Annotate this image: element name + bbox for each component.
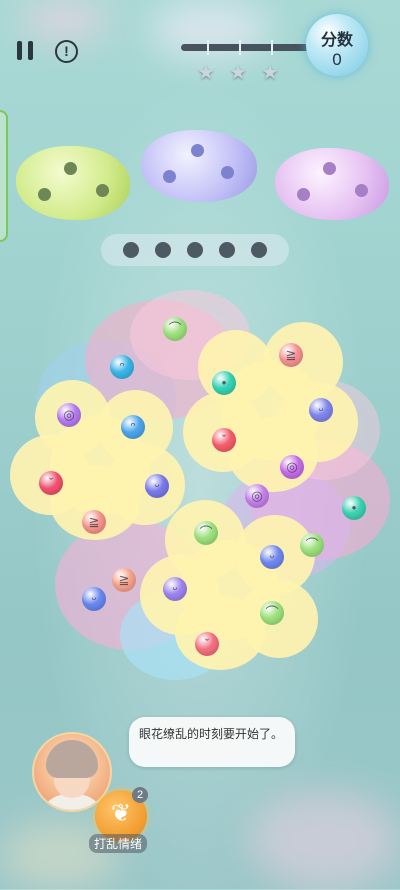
tray-blue[interactable] xyxy=(141,130,257,202)
emotion-ball[interactable]: ◎ xyxy=(280,455,304,479)
emotion-ball[interactable]: ˇ xyxy=(195,632,219,656)
score-bubble: 分数 0 xyxy=(306,14,368,76)
emotion-ball[interactable]: ᵕ xyxy=(260,545,284,569)
info-button[interactable]: ! xyxy=(55,40,78,63)
emotion-ball[interactable]: ◎ xyxy=(245,484,269,508)
star-3-icon: ★ xyxy=(261,62,279,84)
collection-slots xyxy=(101,234,289,266)
emotion-ball[interactable]: ⌒ xyxy=(194,521,218,545)
score-value: 0 xyxy=(332,50,342,69)
star-1-icon: ★ xyxy=(197,62,215,84)
skill-label: 打乱情绪 xyxy=(89,834,148,853)
emotion-ball[interactable]: ⌒ xyxy=(300,533,324,557)
slot xyxy=(187,242,203,258)
slot xyxy=(219,242,235,258)
emotion-ball[interactable]: ⌒ xyxy=(163,317,187,341)
emotion-ball[interactable]: ⌒ xyxy=(260,601,284,625)
emotion-ball[interactable]: ◎ xyxy=(57,403,81,427)
emotion-ball[interactable]: ᵕ xyxy=(163,577,187,601)
slot xyxy=(155,242,171,258)
emotion-ball[interactable]: ᵕ xyxy=(145,474,169,498)
slot xyxy=(123,242,139,258)
emotion-ball[interactable]: ˇ xyxy=(212,428,236,452)
tray-green[interactable] xyxy=(16,146,130,220)
score-label: 分数 xyxy=(320,32,353,49)
shuffle-emotion-icon: ❦ xyxy=(110,800,132,827)
dialog-bubble: 眼花缭乱的时刻要开始了。 xyxy=(129,717,295,767)
star-2-icon: ★ xyxy=(229,62,247,84)
score-progress-bar xyxy=(181,40,311,55)
emotion-ball[interactable]: ᵕ xyxy=(82,587,106,611)
tray-purple[interactable] xyxy=(275,148,389,220)
skill-count-badge: 2 xyxy=(132,787,148,803)
side-panel-tab[interactable] xyxy=(0,110,8,242)
emotion-ball[interactable]: ᵕ xyxy=(309,398,333,422)
emotion-ball[interactable]: • xyxy=(212,371,236,395)
dialog-text: 眼花缭乱的时刻要开始了。 xyxy=(139,727,284,741)
emotion-ball[interactable]: ≧ xyxy=(279,343,303,367)
emotion-ball[interactable]: ≧ xyxy=(82,510,106,534)
emotion-ball[interactable]: ᵔ xyxy=(121,415,145,439)
emotion-ball[interactable]: ᵔ xyxy=(110,355,134,379)
slot xyxy=(251,242,267,258)
pause-button[interactable] xyxy=(17,41,35,61)
emotion-ball[interactable]: ≧ xyxy=(112,568,136,592)
emotion-ball[interactable]: • xyxy=(342,496,366,520)
emotion-ball[interactable]: ˇ xyxy=(39,471,63,495)
